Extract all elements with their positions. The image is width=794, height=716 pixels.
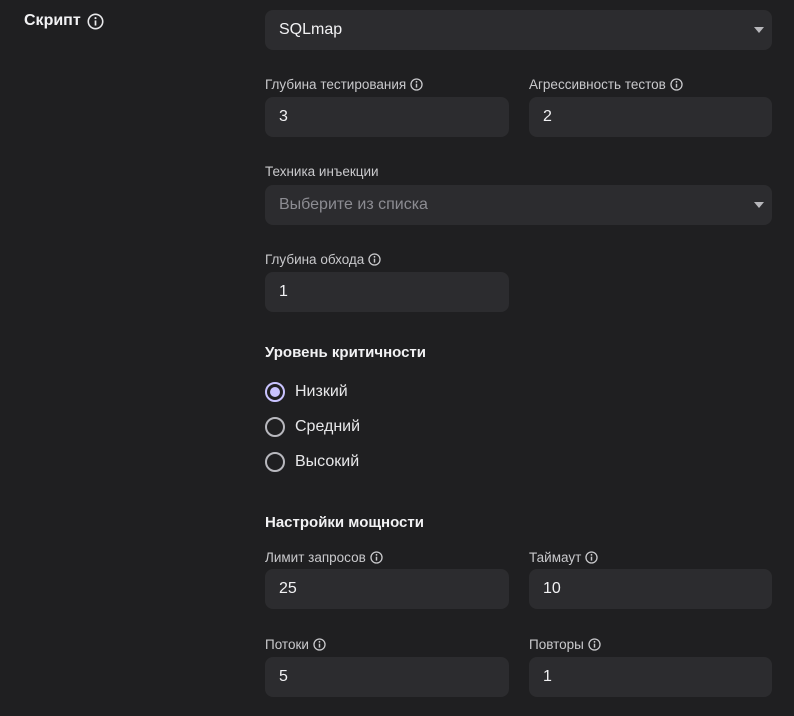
retries-input[interactable]: 1: [529, 657, 772, 697]
radio-unchecked-icon[interactable]: [265, 417, 285, 437]
severity-option-label: Низкий: [295, 383, 348, 400]
severity-title: Уровень критичности: [265, 344, 427, 361]
info-icon[interactable]: [670, 78, 683, 91]
test-depth-input[interactable]: 3: [265, 97, 509, 137]
retries-label: Повторы: [529, 637, 601, 652]
test-aggressiveness-label-text: Агрессивность тестов: [529, 77, 666, 92]
crawl-depth-label-text: Глубина обхода: [265, 252, 365, 267]
info-icon[interactable]: [87, 12, 104, 30]
threads-label: Потоки: [265, 637, 326, 652]
timeout-value: 10: [543, 580, 561, 597]
chevron-down-icon: [754, 27, 764, 33]
request-limit-label: Лимит запросов: [265, 550, 383, 565]
timeout-label-text: Таймаут: [529, 550, 582, 565]
request-limit-input[interactable]: 25: [265, 569, 509, 609]
power-settings-title: Настройки мощности: [265, 514, 424, 531]
script-label-text: Скрипт: [24, 12, 81, 29]
script-section-label: Скрипт: [24, 12, 104, 30]
severity-option-low[interactable]: Низкий: [265, 382, 348, 402]
info-icon[interactable]: [410, 78, 423, 91]
test-aggressiveness-label: Агрессивность тестов: [529, 77, 683, 92]
radio-checked-icon[interactable]: [265, 382, 285, 402]
test-aggressiveness-input[interactable]: 2: [529, 97, 772, 137]
request-limit-value: 25: [279, 580, 297, 597]
test-depth-label: Глубина тестирования: [265, 77, 423, 92]
severity-option-high[interactable]: Высокий: [265, 452, 359, 472]
crawl-depth-input[interactable]: 1: [265, 272, 509, 312]
injection-technique-select[interactable]: Выберите из списка: [265, 185, 772, 225]
injection-technique-placeholder: Выберите из списка: [279, 196, 428, 213]
timeout-label: Таймаут: [529, 550, 598, 565]
test-aggressiveness-value: 2: [543, 108, 552, 125]
chevron-down-icon: [754, 202, 764, 208]
retries-value: 1: [543, 668, 552, 685]
injection-technique-label-text: Техника инъекции: [265, 164, 379, 179]
info-icon[interactable]: [370, 551, 383, 564]
crawl-depth-value: 1: [279, 283, 288, 300]
test-depth-value: 3: [279, 108, 288, 125]
info-icon[interactable]: [368, 253, 381, 266]
script-select[interactable]: SQLmap: [265, 10, 772, 50]
radio-unchecked-icon[interactable]: [265, 452, 285, 472]
retries-label-text: Повторы: [529, 637, 584, 652]
info-icon[interactable]: [588, 638, 601, 651]
threads-label-text: Потоки: [265, 637, 309, 652]
threads-input[interactable]: 5: [265, 657, 509, 697]
crawl-depth-label: Глубина обхода: [265, 252, 381, 267]
severity-option-label: Высокий: [295, 453, 360, 470]
threads-value: 5: [279, 668, 288, 685]
script-select-value: SQLmap: [279, 21, 343, 38]
test-depth-label-text: Глубина тестирования: [265, 77, 407, 92]
request-limit-label-text: Лимит запросов: [265, 550, 366, 565]
severity-option-medium[interactable]: Средний: [265, 417, 360, 437]
info-icon[interactable]: [585, 551, 598, 564]
severity-option-label: Средний: [295, 418, 361, 435]
injection-technique-label: Техника инъекции: [265, 164, 379, 179]
timeout-input[interactable]: 10: [529, 569, 772, 609]
info-icon[interactable]: [313, 638, 326, 651]
